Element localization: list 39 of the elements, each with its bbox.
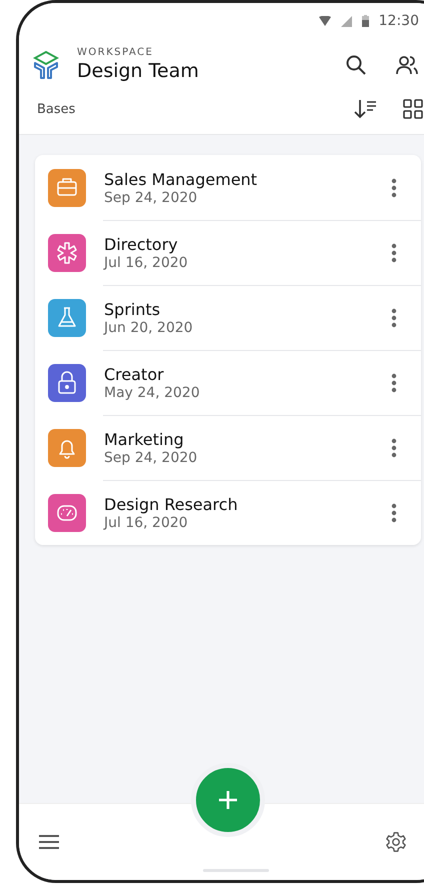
more-icon[interactable] (391, 178, 397, 198)
base-item[interactable]: Creator May 24, 2020 (35, 350, 421, 415)
base-name: Creator (104, 364, 165, 384)
wifi-icon (318, 16, 331, 26)
base-date: Jul 16, 2020 (104, 514, 189, 530)
base-item[interactable]: Sprints Jun 20, 2020 (35, 285, 421, 350)
base-name: Sprints (104, 300, 162, 318)
base-item[interactable]: Sales Management Sep 24, 2020 (35, 155, 421, 220)
sort-icon[interactable] (353, 98, 377, 120)
base-name: Directory (104, 234, 179, 254)
base-date: Sep 24, 2020 (104, 450, 198, 466)
more-icon[interactable] (391, 502, 397, 522)
base-name: Marketing (104, 430, 185, 448)
workspace-label: WORKSPACE (77, 47, 154, 58)
menu-icon[interactable] (39, 834, 59, 850)
logo-icon (33, 50, 59, 80)
people-icon[interactable] (395, 54, 419, 76)
settings-icon[interactable] (385, 831, 407, 853)
base-item[interactable]: Design Research Jul 16, 2020 (35, 480, 421, 545)
status-time: 12:30 (378, 13, 419, 29)
grid-view-icon[interactable] (403, 99, 423, 119)
search-icon[interactable] (345, 54, 367, 76)
base-name: Sales Management (104, 170, 258, 188)
signal-icon (340, 16, 352, 26)
base-date: Jul 16, 2020 (104, 254, 189, 270)
base-date: Jun 20, 2020 (104, 320, 194, 336)
workspace-title: Design Team (77, 60, 200, 82)
base-date: May 24, 2020 (104, 384, 201, 400)
more-icon[interactable] (391, 372, 397, 392)
base-name: Design Research (104, 494, 239, 514)
more-icon[interactable] (391, 308, 397, 328)
more-icon[interactable] (391, 438, 397, 458)
plus-icon (217, 789, 239, 811)
base-item[interactable]: Marketing Sep 24, 2020 (35, 415, 421, 480)
base-item[interactable]: Directory Jul 16, 2020 (35, 220, 421, 285)
battery-icon (362, 15, 369, 27)
more-icon[interactable] (391, 242, 397, 262)
section-label: Bases (37, 102, 76, 116)
base-date: Sep 24, 2020 (104, 190, 198, 206)
